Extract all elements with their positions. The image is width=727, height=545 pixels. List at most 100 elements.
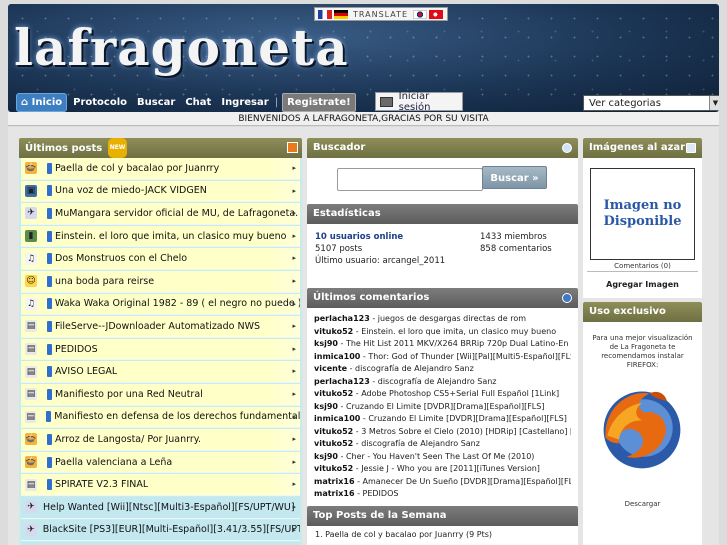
comment-user[interactable]: matrix16 [314,489,355,498]
comment-user[interactable]: ksj90 [314,339,338,348]
post-item[interactable]: 🍲 Paella valenciana a Leña ▸ [21,451,300,474]
top-week-panel: Top Posts de la Semana 1. Paella de col … [307,505,578,545]
nav-registrate[interactable]: Registrate! [282,93,356,112]
no-image-placeholder[interactable]: Imagen no Disponible [590,168,695,260]
comment-text[interactable]: - The Hit List 2011 MKV/X264 BRRip 720p … [338,339,569,348]
comment-item[interactable]: vicente - discografía de Alejandro Sanz [314,363,571,376]
comment-text[interactable]: - Cher - You Haven't Seen The Last Of Me… [338,452,535,461]
chevron-right-icon: ▸ [292,457,296,466]
latest-posts-title: Últimos posts [25,143,103,154]
comment-item[interactable]: vituko52 - Jessie J - Who you are [2011]… [314,463,571,476]
comment-item[interactable]: ksj90 - The Hit List 2011 MKV/X264 BRRip… [314,338,571,351]
comment-user[interactable]: ksj90 [314,402,338,411]
comment-text[interactable]: - Cruzando El Limite [DVDR][Drama][Españ… [360,414,567,423]
comment-text[interactable]: - discografía de Alejandro Sanz [347,364,474,373]
nav-protocolo[interactable]: Protocolo [69,94,131,111]
comment-text[interactable]: - Adobe Photoshop CS5+Serial Full Españo… [353,389,559,398]
post-item[interactable]: 🍲 Arroz de Langosta/ Por Juanrry. ▸ [21,429,300,451]
nav-ingresar[interactable]: Ingresar [217,94,272,111]
nav-chat[interactable]: Chat [181,94,215,111]
comment-item[interactable]: vituko52 - discografía de Alejandro Sanz [314,438,571,451]
login-button[interactable]: Iniciar sesión [375,91,463,112]
comment-user[interactable]: perlacha123 [314,377,370,386]
comment-user[interactable]: vituko52 [314,464,353,473]
post-type-icon [47,253,52,265]
categories-select[interactable]: Ver categorias ▼ [583,95,719,111]
info-icon[interactable] [562,143,572,153]
search-button[interactable]: Buscar » [482,166,547,189]
site-logo[interactable]: lafragoneta [14,18,349,77]
comment-user[interactable]: inmica100 [314,414,360,423]
post-title: BlackSite [PS3][EUR][Multi-Español][3.41… [42,524,300,536]
users-online-link[interactable]: 10 usuarios online [315,232,403,242]
comment-item[interactable]: ksj90 - Cher - You Haven't Seen The Last… [314,451,571,464]
comment-item[interactable]: matrix16 - PEDIDOS [314,488,571,501]
comment-text[interactable]: - Thor: God of Thunder [Wii][Pal][Multi5… [360,352,571,361]
post-type-icon [47,456,52,468]
post-title: Una voz de miedo-JACK VIDGEN [55,185,207,197]
comment-user[interactable]: vicente [314,364,347,373]
nav-inicio[interactable]: ⌂ Inicio [16,93,68,112]
comment-item[interactable]: matrix16 - Amanecer De Un Sueño [DVDR][D… [314,476,571,489]
flag-korea-icon[interactable] [413,9,428,19]
chevron-right-icon: ▸ [292,435,296,444]
comment-text[interactable]: - discografía de Alejandro Sanz [370,377,496,386]
comment-text[interactable]: - PEDIDOS [355,489,398,498]
nav-buscar[interactable]: Buscar [133,94,179,111]
comment-item[interactable]: perlacha123 - discografía de Alejandro S… [314,376,571,389]
comment-user[interactable]: vituko52 [314,389,353,398]
post-item[interactable]: ♫ Waka Waka Original 1982 - 89 ( el negro… [21,293,300,316]
post-item[interactable]: ▤ Manifiesto en defensa de los derechos f… [21,406,300,429]
comment-user[interactable]: perlacha123 [314,314,370,323]
comment-user[interactable]: inmica100 [314,352,360,361]
post-item[interactable]: ✈ BlackSite [PS3][EUR][Multi-Español][3.4… [21,519,300,542]
comment-item[interactable]: inmica100 - Cruzando El Limite [DVDR][Dr… [314,413,571,426]
search-input[interactable] [337,168,483,191]
comment-user[interactable]: vituko52 [314,327,353,336]
post-item[interactable]: ✈ MuMangara servidor oficial de MU, de La… [21,203,300,225]
flag-france-icon[interactable] [318,9,332,19]
firefox-logo-icon[interactable] [594,380,690,476]
comment-item[interactable]: inmica100 - Thor: God of Thunder [Wii][P… [314,351,571,364]
post-item[interactable]: ▤ SPIRATE V2.3 FINAL ▸ [21,474,300,496]
post-item[interactable]: ▮ Einstein. el loro que imita, un clasico… [21,225,300,248]
comment-item[interactable]: vituko52 - Adobe Photoshop CS5+Serial Fu… [314,388,571,401]
comment-item[interactable]: vituko52 - Einstein. el loro que imita, … [314,326,571,339]
comment-item[interactable]: vituko52 - 3 Metros Sobre el Cielo (2010… [314,426,571,439]
translate-bar[interactable]: TRANSLATE [314,7,448,21]
post-item[interactable]: ☺ una boda para reirse ▸ [21,270,300,293]
post-item[interactable]: 🍲 Paella de col y bacalao por Juanrry ▸ [21,158,300,180]
post-item[interactable]: ▣ Una voz de miedo-JACK VIDGEN ▸ [21,180,300,203]
comment-text[interactable]: - 3 Metros Sobre el Cielo (2010) [HDRip]… [353,427,571,436]
download-firefox-link[interactable]: Descargar [583,500,702,508]
post-item[interactable]: ▤ PEDIDOS ▸ [21,338,300,361]
add-image-link[interactable]: Agregar Imagen [583,280,702,289]
comment-user[interactable]: matrix16 [314,477,355,486]
comment-item[interactable]: ksj90 - Cruzando El Limite [DVDR][Drama]… [314,401,571,414]
comment-user[interactable]: vituko52 [314,427,353,436]
post-item[interactable]: ▤ AVISO LEGAL ▸ [21,361,300,383]
post-item[interactable]: ✈ Help Wanted [Wii][Ntsc][Multi3-Español]… [21,496,300,519]
refresh-icon[interactable] [562,293,572,303]
comment-text[interactable]: - Jessie J - Who you are [2011][iTunes V… [353,464,540,473]
comment-user[interactable]: vituko52 [314,439,353,448]
post-item[interactable]: ▤ Manifiesto por una Red Neutral ▸ [21,383,300,406]
doc-icon: ▤ [25,365,37,378]
post-item[interactable]: ▤ FileServe--JDownloader Automatizado NWS… [21,316,300,338]
flag-turkey-icon[interactable] [429,9,444,19]
comment-text[interactable]: - juegos de desgargas directas de rom [370,314,526,323]
nav-inicio-label: Inicio [31,97,63,108]
post-item[interactable]: ♫ Dos Monstruos con el Chelo ▸ [21,248,300,270]
comment-text[interactable]: - Einstein. el loro que imita, un clasic… [353,327,556,336]
gallery-icon[interactable] [686,143,696,153]
comment-text[interactable]: - discografía de Alejandro Sanz [353,439,480,448]
comment-user[interactable]: ksj90 [314,452,338,461]
comment-item[interactable]: perlacha123 - juegos de desgargas direct… [314,313,571,326]
rss-icon[interactable] [287,142,298,153]
image-comments-link[interactable]: Comentarios (0) [583,262,702,270]
comment-text[interactable]: - Cruzando El Limite [DVDR][Drama][Españ… [338,402,545,411]
flag-germany-icon[interactable] [334,9,348,19]
comment-text[interactable]: - Amanecer De Un Sueño [DVDR][Drama][Esp… [355,477,571,486]
chevron-down-icon[interactable]: ▼ [709,96,719,110]
top-week-item[interactable]: 1. Paella de col y bacalao por Juanrry (… [315,530,492,539]
